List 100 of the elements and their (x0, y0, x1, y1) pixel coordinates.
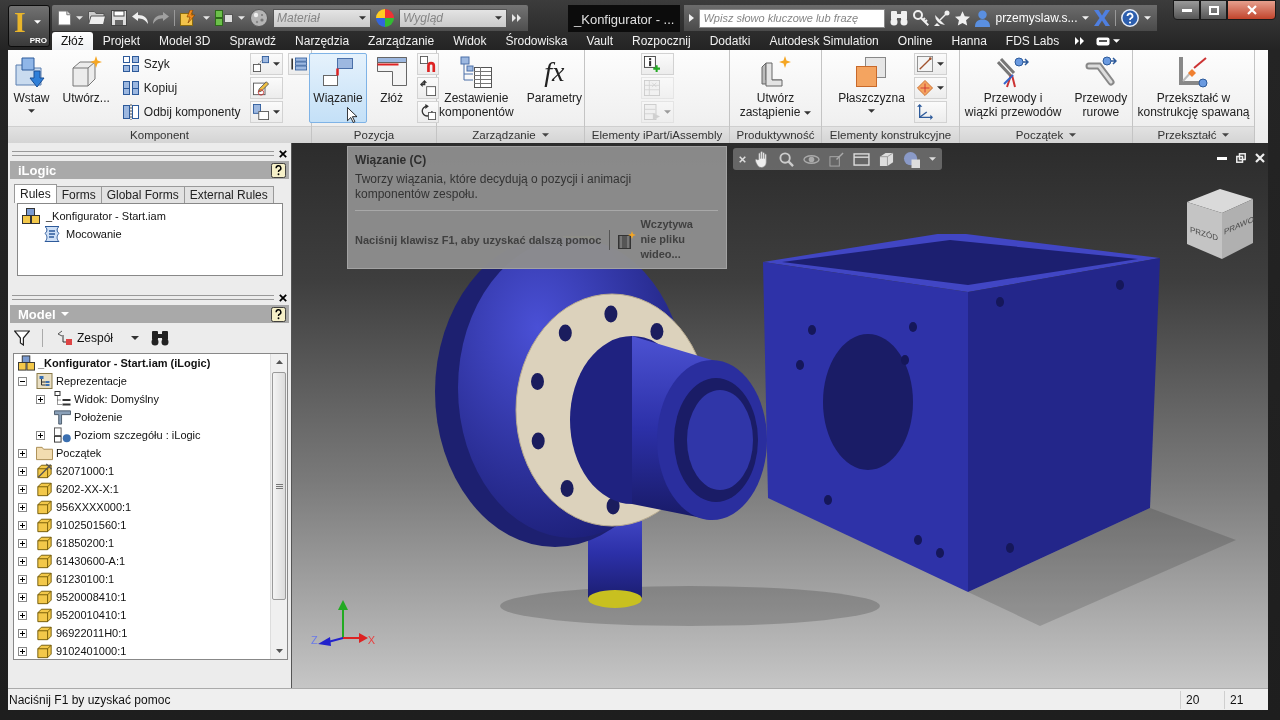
expand-icon[interactable] (18, 592, 27, 602)
panel-tab[interactable]: Forms (55, 186, 102, 203)
ribbon-button[interactable]: Zestawienie komponentów (434, 53, 518, 123)
scrollbar-thumb[interactable] (272, 372, 286, 600)
help-icon[interactable] (271, 162, 286, 178)
view-filter-dropdown[interactable]: Zespół (55, 330, 142, 346)
user-name[interactable]: przemyslaw.s... (995, 11, 1078, 25)
ribbon-tab[interactable]: Vault (577, 32, 622, 50)
tree-item[interactable]: Poziom szczegółu : iLogic (74, 429, 201, 441)
ribbon-tab[interactable]: Dodatki (700, 32, 760, 50)
icon-button[interactable] (249, 77, 283, 99)
collapse-icon[interactable] (18, 376, 27, 386)
color-wheel-icon[interactable] (376, 9, 394, 27)
ribbon-button[interactable]: Odbij komponenty (118, 101, 245, 123)
ribbon-tab[interactable]: Środowiska (496, 32, 577, 50)
ribbon-tab[interactable]: Narzędzia (286, 32, 359, 50)
expand-icon[interactable] (18, 628, 27, 638)
blocks-icon[interactable] (215, 10, 233, 26)
ribbon-tab[interactable]: Widok (444, 32, 496, 50)
open-folder-icon[interactable] (88, 11, 106, 25)
close-icon[interactable] (279, 293, 287, 302)
ribbon-tab[interactable]: Rozpocznij (623, 32, 700, 50)
material-input[interactable]: Materiał (277, 9, 359, 27)
redo-icon[interactable] (153, 12, 169, 24)
window-icon[interactable] (853, 152, 870, 166)
tree-item[interactable]: _Konfigurator - Start.iam (iLogic) (38, 357, 211, 369)
triangle-right-icon[interactable] (689, 14, 695, 22)
icon-button[interactable] (913, 101, 947, 123)
tree-item[interactable]: 6202-XX-X:1 (56, 483, 119, 495)
expand-icon[interactable] (18, 502, 27, 512)
ribbon-button[interactable]: Utwórz... (58, 53, 114, 123)
ribbon-button[interactable]: Płaszczyzna (834, 53, 909, 123)
material-sphere-icon[interactable] (250, 9, 268, 27)
ribbon-tab[interactable]: Sprawdź (220, 32, 286, 50)
ribbon-button[interactable]: Utwórz zastąpienie (735, 53, 816, 123)
tree-item[interactable]: 9520010410:1 (56, 609, 127, 621)
help-icon[interactable] (271, 306, 286, 322)
drag-handle[interactable] (12, 295, 274, 300)
expand-icon[interactable] (18, 574, 27, 584)
drag-handle[interactable] (12, 151, 274, 156)
icon-button[interactable] (249, 101, 283, 123)
tree-item[interactable]: Reprezentacje (56, 375, 127, 387)
undo-icon[interactable] (132, 12, 148, 24)
satellite-dish-icon[interactable] (934, 10, 951, 26)
tree-item[interactable]: 61850200:1 (56, 537, 115, 549)
expand-icon[interactable] (18, 646, 27, 656)
tree-item[interactable]: Mocowanie (66, 228, 122, 240)
icon-button[interactable] (416, 77, 439, 99)
application-menu-button[interactable]: I PRO (8, 5, 50, 47)
ribbon-button[interactable]: Złóż (371, 53, 412, 123)
tree-item[interactable]: 9520008410:1 (56, 591, 127, 603)
expand-icon[interactable] (18, 538, 27, 548)
ribbon-tab[interactable]: Model 3D (150, 32, 220, 50)
tree-item[interactable]: 9102401000:1 (56, 645, 127, 657)
appearance-input[interactable]: Wygląd (403, 9, 495, 27)
caret-icon[interactable] (1113, 39, 1121, 43)
restore-icon[interactable] (1236, 153, 1246, 163)
expand-icon[interactable] (18, 484, 27, 494)
maximize-button[interactable] (1200, 0, 1227, 20)
scrollbar[interactable] (270, 354, 287, 659)
ribbon-button[interactable]: Kopiuj (118, 77, 245, 99)
expand-icon[interactable] (18, 448, 27, 458)
panel-toggle-icon[interactable] (1096, 36, 1111, 46)
scroll-down-icon[interactable] (275, 649, 283, 653)
panel-tab[interactable]: External Rules (183, 186, 274, 203)
panel-tab[interactable]: Global Forms (100, 186, 185, 203)
ribbon-tab[interactable]: Zarządzanie (359, 32, 444, 50)
icon-button[interactable] (416, 53, 439, 75)
ribbon-tab[interactable]: Złóż (52, 32, 93, 50)
sphere-wheel-icon[interactable] (903, 150, 920, 168)
panel-tab[interactable]: Rules (14, 184, 57, 203)
ribbon-tab[interactable]: FDS Labs (996, 32, 1069, 50)
filter-icon[interactable] (14, 330, 30, 346)
tree-item[interactable]: Początek (56, 447, 102, 459)
icon-button[interactable] (249, 53, 283, 75)
material-dropdown[interactable]: Materiał (273, 8, 371, 28)
hand-icon[interactable] (755, 150, 770, 168)
tree-item[interactable]: 956XXXX000:1 (56, 501, 132, 513)
tree-item[interactable]: _Konfigurator - Start.iam (46, 210, 166, 222)
ribbon-button[interactable]: fx Parametry (522, 53, 587, 123)
key-icon[interactable] (913, 10, 930, 26)
close-icon[interactable] (279, 149, 287, 158)
ribbon-tab[interactable]: Online (888, 32, 942, 50)
tree-item[interactable]: 61430600-A:1 (56, 555, 126, 567)
star-icon[interactable] (955, 10, 971, 26)
expand-icon[interactable] (18, 556, 27, 566)
icon-button[interactable] (416, 101, 439, 123)
ribbon-button[interactable]: Przekształć w konstrukcję spawaną (1133, 53, 1254, 123)
new-file-icon[interactable] (58, 10, 71, 26)
tree-item[interactable]: 61230100:1 (56, 573, 115, 585)
close-button[interactable] (1227, 0, 1276, 20)
ribbon-tab[interactable]: Hanna (942, 32, 996, 50)
binoculars-icon[interactable] (151, 330, 170, 346)
tree-item[interactable]: 62071000:1 (56, 465, 115, 477)
icon-button[interactable] (913, 53, 947, 75)
caret-icon[interactable] (359, 16, 366, 20)
look-at-icon[interactable] (829, 151, 844, 167)
cube-face-icon[interactable] (879, 151, 894, 167)
ribbon-tab[interactable]: Projekt (93, 32, 150, 50)
search-field[interactable]: Wpisz słowo kluczowe lub frazę (699, 8, 886, 28)
